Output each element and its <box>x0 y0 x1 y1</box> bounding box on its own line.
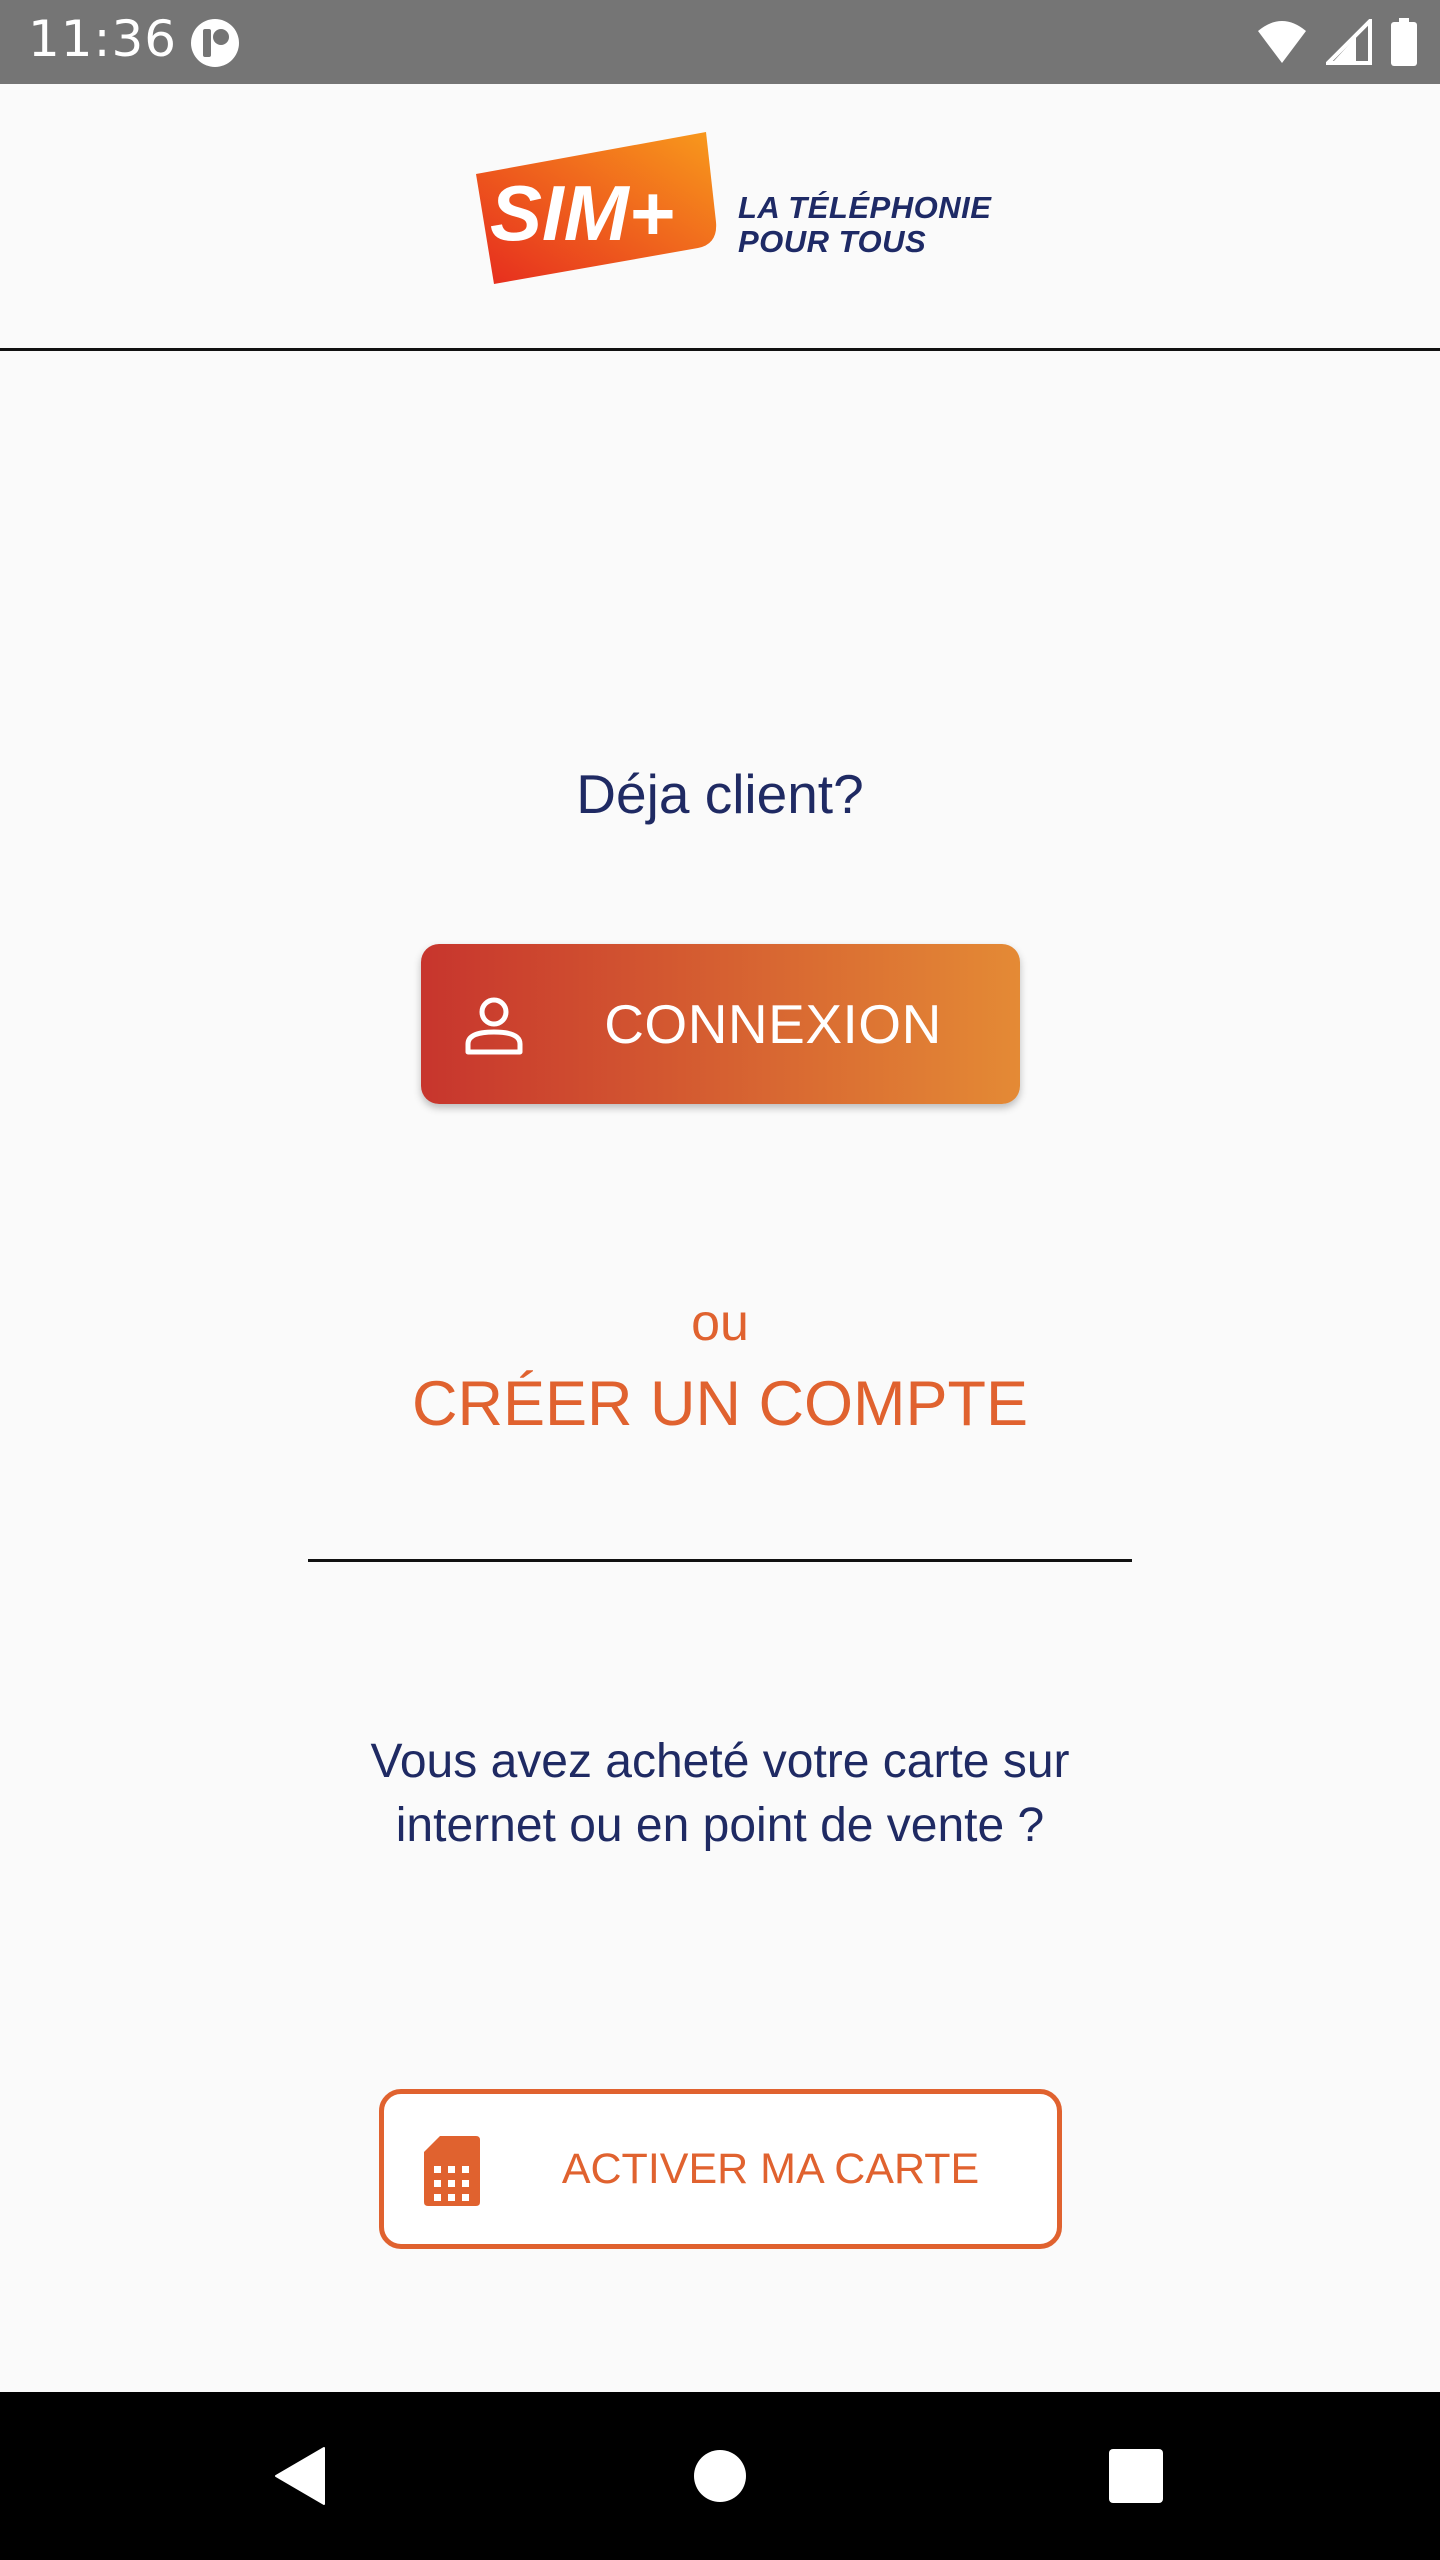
sim-card-icon <box>424 2136 480 2206</box>
battery-icon <box>1391 18 1417 66</box>
app-notification-icon <box>191 19 239 67</box>
logo-text: SIM+ <box>490 169 674 257</box>
screen: 11:36 SIM+ LA TÉLÉPHONIE POUR TOUS Déja … <box>0 0 1440 2560</box>
status-bar: 11:36 <box>0 0 1440 84</box>
person-icon <box>465 997 523 1055</box>
logo-tagline-line2: POUR TOUS <box>738 224 927 259</box>
back-icon[interactable] <box>270 2446 330 2506</box>
home-icon[interactable] <box>690 2446 750 2506</box>
wifi-icon <box>1258 21 1306 63</box>
app-header: SIM+ LA TÉLÉPHONIE POUR TOUS <box>0 84 1440 351</box>
or-text: ou <box>691 1294 749 1352</box>
signal-icon <box>1326 19 1372 65</box>
connexion-button[interactable]: CONNEXION <box>421 944 1020 1104</box>
navigation-bar <box>0 2392 1440 2560</box>
section-divider <box>308 1559 1132 1562</box>
already-client-text: Déja client? <box>576 763 864 825</box>
bought-card-text: Vous avez acheté votre carte sur interne… <box>0 1730 1440 1858</box>
connexion-label: CONNEXION <box>604 993 942 1055</box>
status-icons <box>1256 14 1418 70</box>
logo-tagline-line1: LA TÉLÉPHONIE <box>738 190 992 225</box>
activate-card-label: ACTIVER MA CARTE <box>561 2145 980 2193</box>
status-time: 11:36 <box>28 10 178 68</box>
activate-card-button[interactable]: ACTIVER MA CARTE <box>379 2089 1062 2249</box>
recents-icon[interactable] <box>1106 2446 1166 2506</box>
bought-card-line: Vous avez acheté votre carte sur interne… <box>370 1735 1070 1852</box>
create-account-link[interactable]: CRÉER UN COMPTE <box>0 1368 1440 1440</box>
